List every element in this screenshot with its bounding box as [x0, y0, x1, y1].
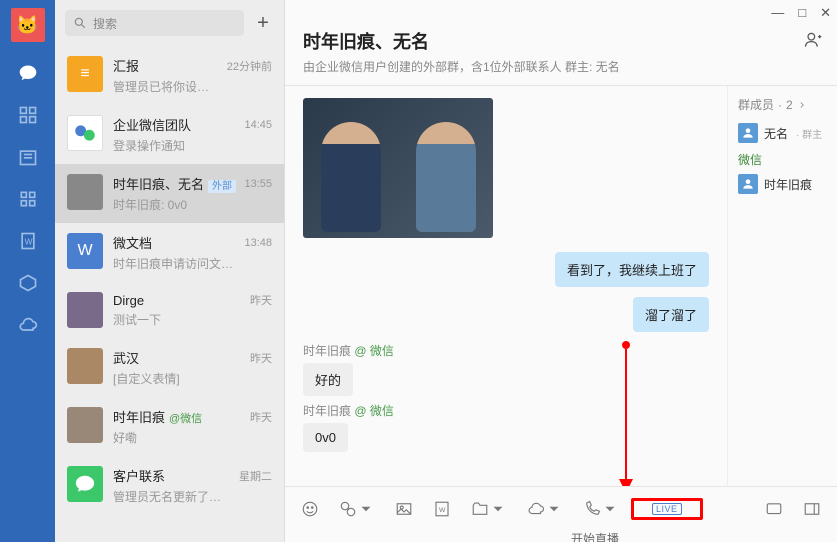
conv-time: 昨天 — [250, 409, 272, 425]
minimize-button[interactable]: — — [771, 6, 784, 19]
conv-preview: [自定义表情] — [113, 370, 272, 387]
conv-time: 昨天 — [250, 350, 272, 366]
chat-icon[interactable] — [17, 62, 39, 84]
live-button[interactable]: LIVE — [652, 503, 682, 515]
search-icon — [73, 16, 87, 30]
calendar-icon[interactable] — [17, 146, 39, 168]
sender-name: 时年旧痕 — [303, 404, 351, 418]
conv-name: 时年旧痕、无名外部 — [113, 174, 236, 193]
maximize-button[interactable]: □ — [798, 6, 806, 19]
add-button[interactable]: + — [252, 12, 274, 34]
conversation-item[interactable]: 企业微信团队 14:45 登录操作通知 — [55, 105, 284, 164]
chevron-right-icon — [797, 100, 807, 110]
chevron-down-icon — [601, 500, 619, 518]
meeting-icon[interactable] — [17, 272, 39, 294]
members-section-label: 微信 — [738, 151, 827, 168]
member-row[interactable]: 无名 · 群主 — [738, 123, 827, 143]
conv-time: 14:45 — [244, 119, 272, 131]
chevron-down-icon — [489, 500, 507, 518]
conv-time: 星期二 — [239, 468, 272, 484]
quick-reply-icon[interactable] — [765, 500, 783, 518]
sender-name: 时年旧痕 — [303, 344, 351, 358]
close-button[interactable]: ✕ — [820, 6, 831, 19]
member-row[interactable]: 时年旧痕 — [738, 174, 827, 194]
conv-name: Dirge — [113, 293, 144, 308]
chat-pane: — □ ✕ 时年旧痕、无名 由企业微信用户创建的外部群，含1位外部联系人 群主:… — [285, 0, 837, 542]
conversation-item[interactable]: 时年旧痕、无名外部 13:55 时年旧痕: 0v0 — [55, 164, 284, 223]
svg-text:W: W — [439, 507, 446, 514]
member-avatar — [738, 174, 758, 194]
conv-time: 22分钟前 — [227, 58, 272, 74]
conv-preview: 好嘞 — [113, 429, 272, 446]
member-name: 时年旧痕 — [764, 176, 812, 193]
add-member-button[interactable] — [803, 30, 823, 55]
chat-title: 时年旧痕、无名 — [303, 28, 819, 54]
sender-via: @ 微信 — [354, 344, 394, 358]
doc-icon[interactable]: W — [433, 500, 451, 518]
window-controls: — □ ✕ — [285, 0, 837, 24]
image-icon[interactable] — [395, 500, 413, 518]
cloud-icon[interactable] — [527, 500, 563, 518]
docs-icon[interactable]: W — [17, 230, 39, 252]
conv-name: 微文档 — [113, 233, 152, 252]
conv-name: 武汉 — [113, 348, 139, 367]
member-avatar — [738, 123, 758, 143]
conv-time: 昨天 — [250, 292, 272, 308]
apps-icon[interactable] — [17, 188, 39, 210]
conv-name: 企业微信团队 — [113, 115, 191, 134]
conv-preview: 时年旧痕: 0v0 — [113, 196, 272, 213]
search-input[interactable]: 搜索 — [65, 10, 244, 36]
message-area: 看到了，我继续上班了 溜了溜了 时年旧痕 @ 微信 好的 时年旧痕 @ 微信 0… — [285, 86, 727, 486]
conv-time: 13:55 — [244, 178, 272, 190]
conversation-item[interactable]: ≡汇报22分钟前管理员已将你设… — [55, 46, 284, 105]
member-panel: 群成员 · 2 无名 · 群主 微信 时年旧痕 — [727, 86, 837, 486]
user-avatar[interactable]: 🐱 — [11, 8, 45, 42]
conv-name: 时年旧痕@微信 — [113, 407, 202, 426]
sender-via: @ 微信 — [354, 404, 394, 418]
conv-preview: 时年旧痕申请访问文… — [113, 255, 272, 272]
conv-name: 客户联系 — [113, 466, 165, 485]
outgoing-message[interactable]: 溜了溜了 — [633, 297, 709, 332]
conv-name: 汇报 — [113, 56, 139, 75]
members-header[interactable]: 群成员 · 2 — [738, 96, 827, 113]
conversation-list: 搜索 + ≡汇报22分钟前管理员已将你设…企业微信团队14:45登录操作通知时年… — [55, 0, 285, 542]
screenshot-icon[interactable] — [339, 500, 375, 518]
contacts-icon[interactable] — [17, 104, 39, 126]
conv-preview: 管理员已将你设… — [113, 78, 272, 95]
incoming-message: 时年旧痕 @ 微信 好的 — [303, 342, 709, 396]
outgoing-message[interactable]: 看到了，我继续上班了 — [555, 252, 709, 287]
folder-icon[interactable] — [471, 500, 507, 518]
emoji-icon[interactable] — [301, 500, 319, 518]
conv-preview: 登录操作通知 — [113, 137, 272, 154]
call-icon[interactable] — [583, 500, 619, 518]
member-name: 无名 — [764, 125, 788, 142]
conv-preview: 管理员无名更新了… — [113, 488, 272, 505]
conversation-item[interactable]: Dirge 昨天测试一下 — [55, 282, 284, 338]
chat-description: 由企业微信用户创建的外部群，含1位外部联系人 群主: 无名 — [303, 58, 819, 75]
message-bubble[interactable]: 好的 — [303, 363, 353, 396]
conversation-item[interactable]: 客户联系 星期二管理员无名更新了… — [55, 456, 284, 515]
conv-preview: 测试一下 — [113, 311, 272, 328]
nav-rail: 🐱 W — [0, 0, 55, 542]
conv-time: 13:48 — [244, 237, 272, 249]
live-button-highlight: LIVE — [631, 498, 703, 520]
message-bubble[interactable]: 0v0 — [303, 423, 348, 452]
image-message[interactable] — [303, 98, 493, 238]
cloud-icon[interactable] — [17, 314, 39, 336]
chevron-down-icon — [545, 500, 563, 518]
collapse-icon[interactable] — [803, 500, 821, 518]
message-input[interactable]: 开始直播 — [285, 530, 837, 542]
input-toolbar: W LIVE — [285, 486, 837, 530]
search-placeholder: 搜索 — [93, 15, 117, 32]
chevron-down-icon — [357, 500, 375, 518]
conversation-item[interactable]: 武汉 昨天 [自定义表情] — [55, 338, 284, 397]
conversation-item[interactable]: W微文档13:48时年旧痕申请访问文… — [55, 223, 284, 282]
conversation-item[interactable]: 时年旧痕@微信 昨天好嘞 — [55, 397, 284, 456]
svg-text:W: W — [24, 236, 32, 246]
incoming-message: 时年旧痕 @ 微信 0v0 — [303, 402, 709, 452]
member-tag: · 群主 — [796, 126, 822, 141]
